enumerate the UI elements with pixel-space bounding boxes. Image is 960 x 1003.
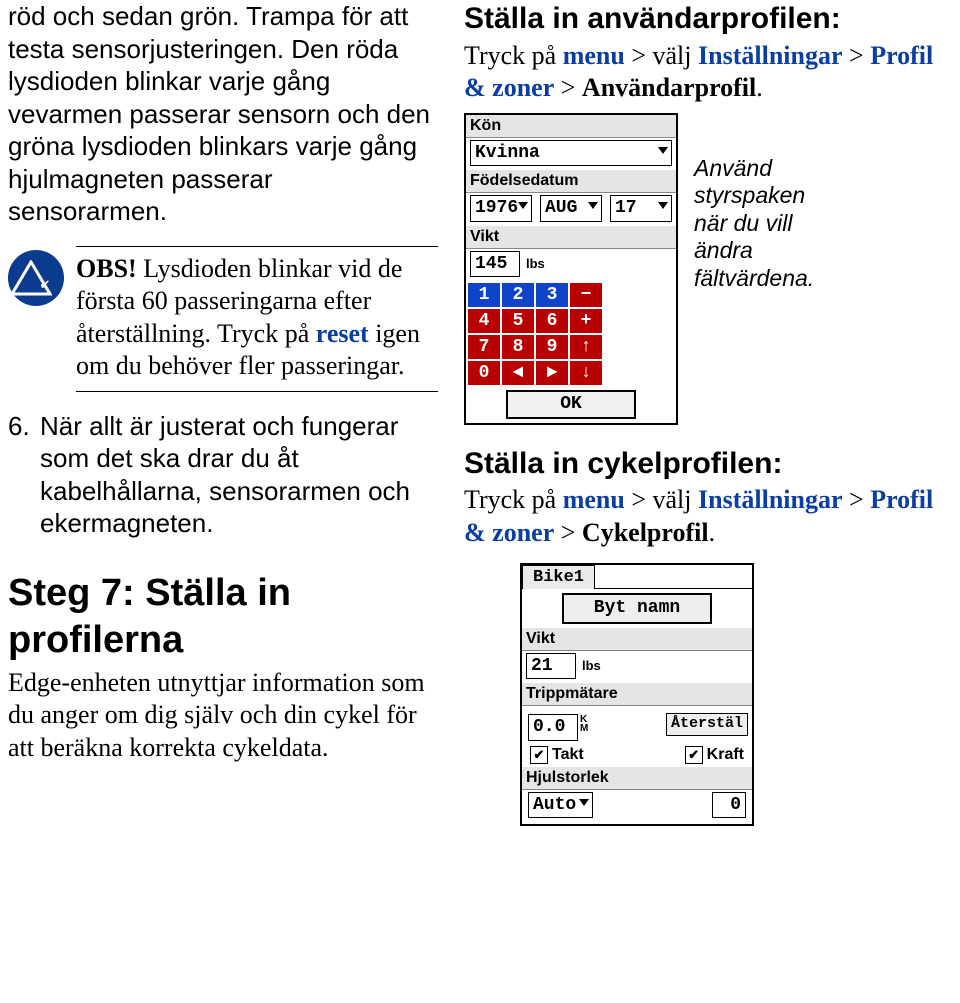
field-year[interactable]: 1976 xyxy=(470,195,532,222)
numeric-keypad: 123− 456+ 789↑ 0◄►↓ xyxy=(466,281,676,387)
bike-profile-screenshot: Bike1 Byt namn Vikt 21 lbs Trippmätare 0.… xyxy=(520,563,754,826)
key-0[interactable]: 0 xyxy=(468,361,500,385)
obs-reset-word: reset xyxy=(316,319,369,348)
menu-word: menu xyxy=(563,41,625,70)
obs-note: ✔ OBS! Lysdioden blinkar vid de första 6… xyxy=(8,246,438,392)
key-4[interactable]: 4 xyxy=(468,309,500,333)
key-down[interactable]: ↓ xyxy=(570,361,602,385)
key-2[interactable]: 2 xyxy=(502,283,534,307)
key-left[interactable]: ◄ xyxy=(502,361,534,385)
user-profile-screenshot: Kön Kvinna Födelsedatum 1976 AUG 17 Vikt… xyxy=(464,113,678,425)
field-weight[interactable]: 145 xyxy=(470,251,520,278)
sep6: > xyxy=(554,518,582,547)
label-takt: Takt xyxy=(552,745,584,765)
settings-word: Inställningar xyxy=(698,41,843,70)
checkmark-icon: ✔ xyxy=(40,277,51,293)
list-item-6: 6. När allt är justerat och fungerar som… xyxy=(8,410,438,540)
txt: Tryck på xyxy=(464,41,563,70)
field-wheel-mode[interactable]: Auto xyxy=(528,792,593,819)
key-5[interactable]: 5 xyxy=(502,309,534,333)
bike-profile-heading: Ställa in cykelprofilen: xyxy=(464,445,952,483)
ap-word: Användarprofil xyxy=(582,73,756,102)
label-birthdate: Födelsedatum xyxy=(466,170,676,193)
intro-paragraph: röd och sedan grön. Trampa för att testa… xyxy=(8,0,438,228)
label-trip-unit: K M xyxy=(580,715,588,733)
key-3[interactable]: 3 xyxy=(536,283,568,307)
label-weight-unit: lbs xyxy=(526,256,545,272)
obs-icon: ✔ xyxy=(8,250,64,306)
user-profile-path: Tryck på menu > välj Inställningar > Pro… xyxy=(464,40,952,105)
key-1[interactable]: 1 xyxy=(468,283,500,307)
key-6[interactable]: 6 xyxy=(536,309,568,333)
field-trip[interactable]: 0.0 xyxy=(528,714,578,741)
rename-button[interactable]: Byt namn xyxy=(562,593,712,624)
key-7[interactable]: 7 xyxy=(468,335,500,359)
field-wheel-size[interactable]: 0 xyxy=(712,792,746,819)
label-gender: Kön xyxy=(466,115,676,138)
list-number: 6. xyxy=(8,410,30,540)
sep1: > xyxy=(625,41,653,70)
field-day[interactable]: 17 xyxy=(610,195,672,222)
obs-text: OBS! Lysdioden blinkar vid de första 60 … xyxy=(76,246,438,392)
sep2: > xyxy=(843,41,871,70)
label-kraft: Kraft xyxy=(707,745,744,765)
tab-bike1[interactable]: Bike1 xyxy=(522,565,595,589)
dot2: . xyxy=(709,518,716,547)
label-trip: Trippmätare xyxy=(522,683,752,706)
joystick-note: Använd styrspaken när du vill ändra fält… xyxy=(694,155,824,425)
valj1: välj xyxy=(653,41,699,70)
field-bike-weight[interactable]: 21 xyxy=(526,653,576,680)
sep3: > xyxy=(554,73,582,102)
key-8[interactable]: 8 xyxy=(502,335,534,359)
key-9[interactable]: 9 xyxy=(536,335,568,359)
key-up[interactable]: ↑ xyxy=(570,335,602,359)
list-text: När allt är justerat och fungerar som de… xyxy=(40,410,438,540)
step7-text: Edge-enheten utnyttjar information som d… xyxy=(8,667,438,765)
ok-button[interactable]: OK xyxy=(506,390,636,419)
key-right[interactable]: ► xyxy=(536,361,568,385)
dot1: . xyxy=(756,73,763,102)
key-minus[interactable]: − xyxy=(570,283,602,307)
label-bw-unit: lbs xyxy=(582,658,601,674)
field-gender[interactable]: Kvinna xyxy=(470,140,672,167)
sep5: > xyxy=(843,485,871,514)
key-plus[interactable]: + xyxy=(570,309,602,333)
label-wheelsize: Hjulstorlek xyxy=(522,767,752,790)
txt2: Tryck på xyxy=(464,485,563,514)
user-profile-heading: Ställa in användarprofilen: xyxy=(464,0,952,38)
reset-button[interactable]: Återstäl xyxy=(666,713,748,736)
cp-word: Cykelprofil xyxy=(582,518,709,547)
label-weight: Vikt xyxy=(466,226,676,249)
settings-word2: Inställningar xyxy=(698,485,843,514)
field-month[interactable]: AUG xyxy=(540,195,602,222)
obs-label: OBS! xyxy=(76,254,137,283)
valj2: välj xyxy=(653,485,699,514)
sep4: > xyxy=(625,485,653,514)
checkbox-power[interactable]: ✔Kraft xyxy=(685,745,744,765)
step7-heading: Steg 7: Ställa in profilerna xyxy=(8,570,438,665)
menu-word2: menu xyxy=(563,485,625,514)
checkbox-cadence[interactable]: ✔Takt xyxy=(530,745,584,765)
bike-profile-path: Tryck på menu > välj Inställningar > Pro… xyxy=(464,484,952,549)
label-bike-weight: Vikt xyxy=(522,628,752,651)
